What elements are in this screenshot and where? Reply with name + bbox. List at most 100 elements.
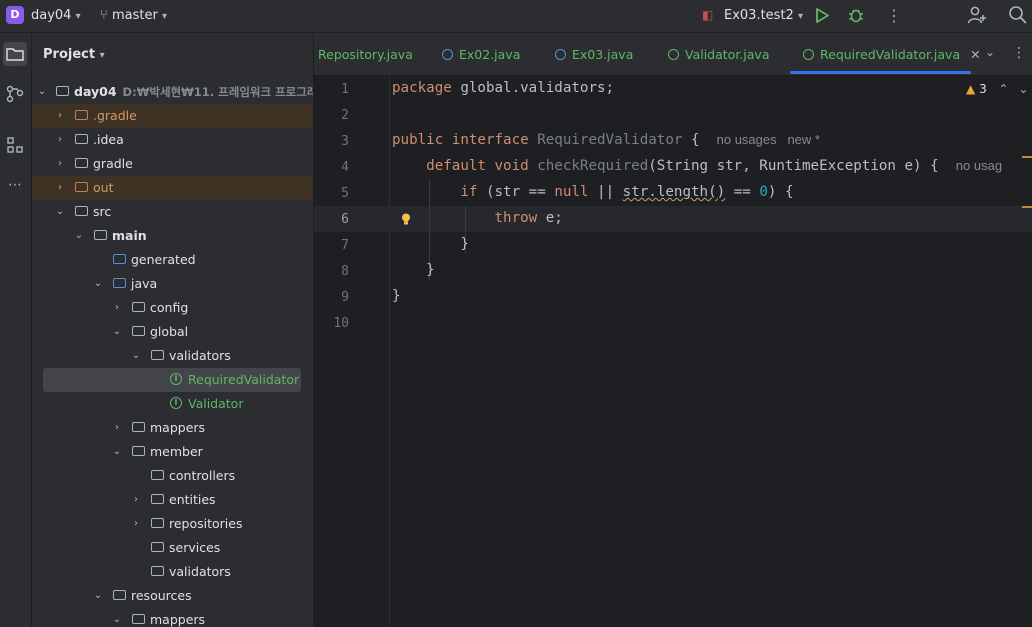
tree-item-java[interactable]: ⌄ java	[32, 272, 313, 296]
tree-item-validator[interactable]: I Validator	[32, 392, 313, 416]
module-folder-icon	[56, 86, 69, 96]
tree-item-entities[interactable]: › entities	[32, 488, 313, 512]
commit-tool-icon[interactable]	[3, 82, 27, 106]
chevron-right-icon: ›	[58, 110, 62, 121]
tree-item-label: mappers	[150, 420, 206, 435]
code-line-5: if (str == null || str.length() == 0) {	[460, 184, 794, 200]
tree-item-controllers[interactable]: controllers	[32, 464, 313, 488]
tree-item-resources[interactable]: ⌄ resources	[32, 584, 313, 608]
source-folder-icon	[113, 254, 126, 264]
chevron-down-icon: ⌄	[112, 326, 122, 337]
interface-icon: I	[170, 397, 182, 409]
tree-item-member-validators[interactable]: validators	[32, 560, 313, 584]
chevron-right-icon: ›	[58, 158, 62, 169]
branch-selector[interactable]: ⑂ master ▾	[100, 8, 167, 23]
chevron-down-icon: ⌄	[55, 206, 65, 217]
tab-label: RequiredValidator.java	[820, 47, 961, 62]
tree-item-global[interactable]: ⌄ global	[32, 320, 313, 344]
line-number: 3	[341, 134, 349, 149]
tree-item-src[interactable]: ⌄ src	[32, 200, 313, 224]
line-number: 9	[341, 290, 349, 305]
tree-item-config[interactable]: › config	[32, 296, 313, 320]
close-icon[interactable]: ✕	[970, 47, 980, 62]
inlay-hint[interactable]: no usag	[956, 158, 1002, 173]
tree-item-label: repositories	[169, 516, 243, 531]
tree-item-repositories[interactable]: › repositories	[32, 512, 313, 536]
tree-item-root[interactable]: ⌄ day04 D:₩박세현₩11. 프레임워크 프로그래	[32, 80, 313, 104]
debug-icon[interactable]	[847, 6, 865, 24]
chevron-down-icon: ⌄	[93, 590, 103, 601]
tab-repository[interactable]: Repository.java	[318, 33, 413, 75]
tree-item-gradle[interactable]: › gradle	[32, 152, 313, 176]
folder-icon	[75, 134, 88, 144]
tree-item-requiredvalidator[interactable]: I RequiredValidator	[43, 368, 301, 392]
tree-item-label: RequiredValidator	[188, 372, 300, 387]
chevron-down-icon: ⌄	[112, 614, 122, 625]
more-options-icon[interactable]: ⋮	[886, 6, 902, 25]
source-folder-icon	[113, 278, 126, 288]
resources-folder-icon	[113, 590, 126, 600]
inlay-hint[interactable]: no usages new *	[717, 132, 820, 147]
branch-name: master	[111, 8, 158, 23]
warning-icon: ▲	[966, 82, 976, 96]
tab-label: Repository.java	[318, 47, 413, 62]
tab-validator[interactable]: Validator.java	[668, 33, 770, 75]
tree-item-label: config	[150, 300, 189, 315]
structure-tool-icon[interactable]	[3, 133, 27, 157]
tree-item-label: resources	[131, 588, 192, 603]
code-editor[interactable]: 1 2 3 4 5 6 7 8 9 10 ▲ 3 ⌃ ⌄ package glo…	[314, 76, 1032, 627]
package-icon	[151, 350, 164, 360]
tab-ex03[interactable]: Ex03.java	[555, 33, 633, 75]
tree-item-validators[interactable]: ⌄ validators	[32, 344, 313, 368]
tab-list-chevron-icon[interactable]: ⌄	[985, 45, 995, 59]
chevron-up-icon[interactable]: ⌃	[999, 82, 1009, 96]
tree-item-gradle-hidden[interactable]: › .gradle	[32, 104, 313, 128]
project-selector[interactable]: day04 ▾	[31, 8, 81, 23]
package-icon	[151, 542, 164, 552]
tab-ex02[interactable]: Ex02.java	[442, 33, 520, 75]
tree-item-idea[interactable]: › .idea	[32, 128, 313, 152]
package-icon	[151, 470, 164, 480]
project-tool-icon[interactable]	[3, 42, 27, 66]
tree-item-resources-mappers[interactable]: ⌄ mappers	[32, 608, 313, 627]
chevron-down-icon: ▾	[161, 11, 167, 22]
run-config-selector[interactable]: Ex03.test2 ▾	[724, 8, 803, 23]
folder-icon	[75, 158, 88, 168]
chevron-down-icon: ⌄	[37, 86, 47, 97]
project-badge[interactable]: D	[6, 6, 24, 24]
line-number: 10	[333, 316, 349, 331]
tree-item-main[interactable]: ⌄ main	[32, 224, 313, 248]
more-tabs-icon[interactable]: ⋮	[1012, 45, 1026, 61]
package-icon	[151, 494, 164, 504]
line-number: 2	[341, 108, 349, 123]
tree-item-generated[interactable]: generated	[32, 248, 313, 272]
tree-item-member[interactable]: ⌄ member	[32, 440, 313, 464]
tree-item-label: Validator	[188, 396, 244, 411]
warning-marker[interactable]	[1022, 156, 1032, 158]
package-icon	[132, 326, 145, 336]
add-user-icon[interactable]	[967, 5, 987, 25]
tree-item-label: generated	[131, 252, 196, 267]
more-tools-icon[interactable]: ⋯	[3, 173, 27, 197]
package-icon	[132, 422, 145, 432]
warning-marker[interactable]	[1022, 206, 1032, 208]
tree-item-mappers[interactable]: › mappers	[32, 416, 313, 440]
class-icon	[555, 49, 566, 60]
tree-item-services[interactable]: services	[32, 536, 313, 560]
root-path: D:₩박세현₩11. 프레임워크 프로그래	[122, 85, 314, 99]
search-icon[interactable]	[1008, 5, 1028, 25]
folder-icon	[75, 206, 88, 216]
excluded-folder-icon	[75, 110, 88, 120]
tree-item-label: day04 D:₩박세현₩11. 프레임워크 프로그래	[74, 80, 314, 104]
tree-item-out[interactable]: › out	[32, 176, 313, 200]
gutter-divider	[389, 76, 390, 627]
project-panel-title[interactable]: Project ▾	[43, 47, 105, 62]
tab-requiredvalidator[interactable]: RequiredValidator.java ✕	[803, 33, 981, 75]
line-number: 4	[341, 160, 349, 175]
chevron-right-icon: ›	[58, 134, 62, 145]
project-panel: Project ▾ ⌄ day04 D:₩박세현₩11. 프레임워크 프로그래 ›…	[32, 33, 314, 627]
run-icon[interactable]	[814, 7, 830, 24]
inspection-widget[interactable]: ▲ 3 ⌃ ⌄	[966, 82, 1028, 96]
chevron-down-icon[interactable]: ⌄	[1018, 82, 1028, 96]
active-tab-indicator	[790, 71, 971, 74]
